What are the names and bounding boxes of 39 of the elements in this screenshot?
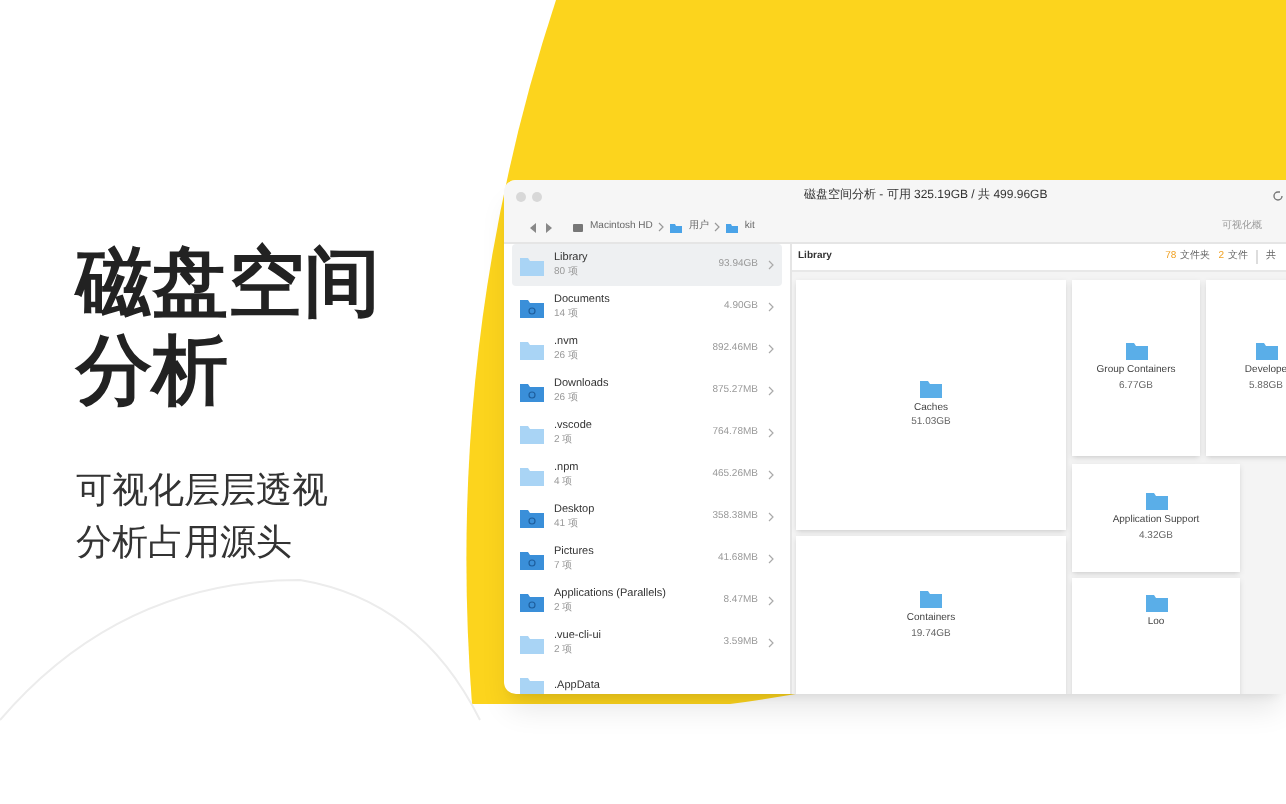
folder-icon [520, 297, 544, 317]
chevron-icon [768, 260, 774, 270]
chevron-icon [714, 222, 721, 232]
chevron-icon [768, 470, 774, 480]
folder-icon [1255, 342, 1277, 360]
chevron-icon [768, 638, 774, 648]
forward-icon[interactable] [544, 221, 554, 233]
chevron-icon [768, 596, 774, 606]
folder-icon [520, 423, 544, 443]
folder-icon [726, 221, 739, 233]
folder-icon [920, 590, 942, 608]
chevron-icon [768, 512, 774, 522]
folder-icon [520, 255, 544, 275]
back-icon[interactable] [528, 221, 538, 233]
chevron-icon [658, 222, 665, 232]
folder-icon [520, 549, 544, 569]
drive-icon [572, 221, 584, 233]
chevron-icon [768, 386, 774, 396]
headline: 磁盘空间 [76, 240, 380, 328]
folder-icon [1145, 492, 1167, 510]
chevron-icon [768, 344, 774, 354]
folder-icon [670, 221, 683, 233]
folder-icon [1145, 594, 1167, 612]
folder-icon [520, 675, 544, 694]
folder-icon [520, 381, 544, 401]
folder-icon [520, 339, 544, 359]
folder-icon [520, 465, 544, 485]
folder-icon [520, 591, 544, 611]
subtitle: 可视化层层透视 [76, 468, 330, 514]
chevron-icon [768, 302, 774, 312]
chevron-icon [768, 554, 774, 564]
chevron-icon [768, 428, 774, 438]
subtitle: 分析占用源头 [76, 520, 294, 566]
folder-icon [1125, 342, 1147, 360]
headline: 分析 [76, 328, 230, 416]
folder-icon [520, 633, 544, 653]
folder-icon [520, 507, 544, 527]
refresh-icon[interactable] [1272, 190, 1284, 202]
folder-icon [920, 379, 942, 397]
